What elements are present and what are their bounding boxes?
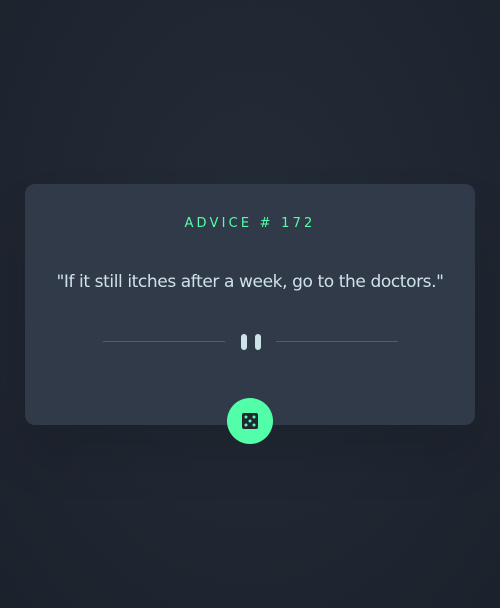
divider-line-right xyxy=(276,341,398,342)
divider-line-left xyxy=(103,341,225,342)
pause-bar-left xyxy=(241,334,247,350)
advice-heading: ADVICE # 172 xyxy=(184,216,316,231)
pause-icon xyxy=(241,334,262,350)
pause-bar-right xyxy=(255,334,261,350)
dice-icon xyxy=(242,413,258,429)
advice-quote: "If it still itches after a week, go to … xyxy=(56,272,444,292)
pattern-divider xyxy=(103,334,398,350)
app-background: ADVICE # 172 "If it still itches after a… xyxy=(0,0,500,608)
advice-card: ADVICE # 172 "If it still itches after a… xyxy=(25,184,475,425)
new-advice-button[interactable] xyxy=(227,398,273,444)
